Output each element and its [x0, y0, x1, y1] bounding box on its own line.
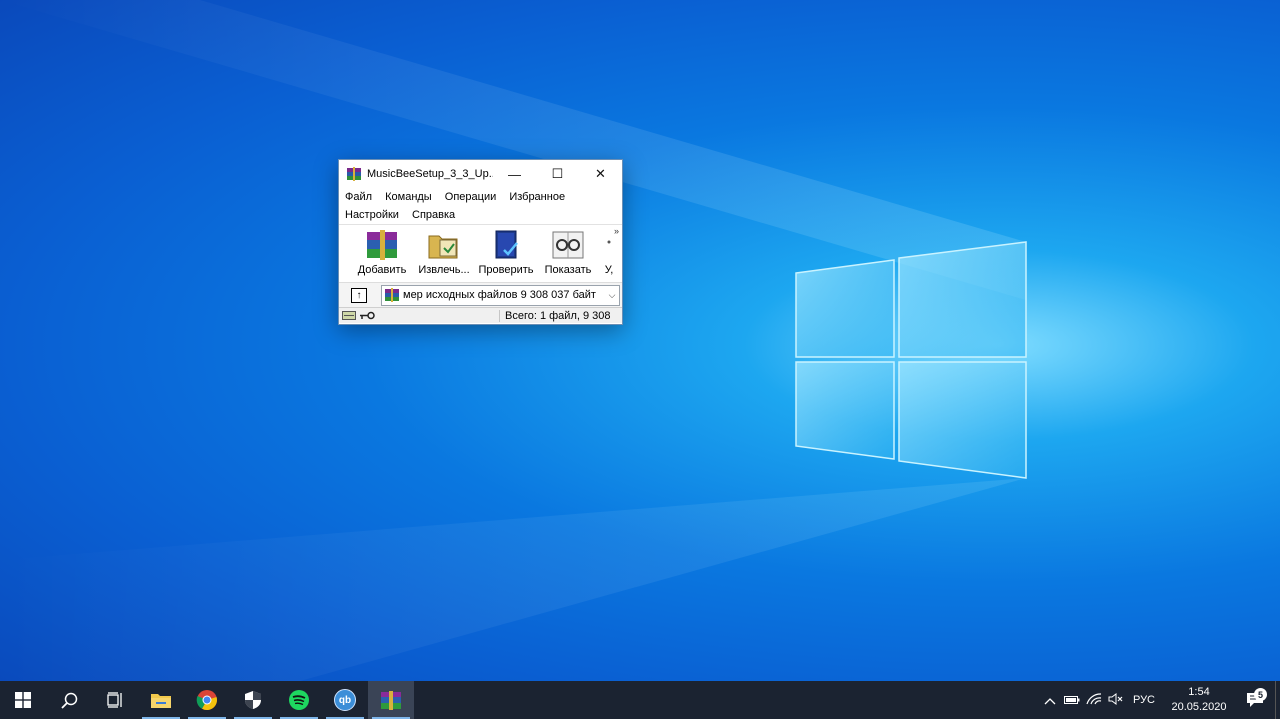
task-view-icon — [107, 692, 122, 708]
spotify-button[interactable] — [276, 681, 322, 719]
chevron-up-icon[interactable] — [1039, 693, 1061, 708]
windows-logo-wallpaper — [0, 0, 1027, 681]
test-button[interactable]: Проверить — [475, 225, 537, 276]
archive-icon — [385, 288, 399, 302]
menu-settings[interactable]: Настройки — [345, 209, 399, 221]
extract-button[interactable]: Извлечь... — [413, 225, 475, 276]
test-book-icon — [495, 230, 518, 259]
status-text: Всего: 1 файл, 9 308 — [499, 309, 622, 322]
view-button[interactable]: Показать — [537, 225, 599, 276]
security-button[interactable] — [230, 681, 276, 719]
view-glasses-icon — [552, 231, 584, 259]
address-text: мер исходных файлов 9 308 037 байт — [403, 289, 596, 301]
spotify-icon — [289, 690, 309, 710]
search-button[interactable] — [46, 681, 92, 719]
show-desktop-button[interactable] — [1275, 681, 1280, 719]
test-label: Проверить — [478, 264, 534, 276]
action-center-button[interactable]: 5 — [1235, 688, 1275, 708]
search-icon — [60, 692, 77, 709]
winrar-icon — [381, 691, 401, 710]
extract-label: Извлечь... — [418, 264, 470, 276]
task-view-button[interactable] — [92, 681, 138, 719]
maximize-button[interactable]: ☐ — [536, 160, 579, 188]
menu-file[interactable]: Файл — [345, 191, 372, 203]
address-bar: ↑ мер исходных файлов 9 308 037 байт ⌵ — [339, 282, 622, 307]
clock-time: 1:54 — [1188, 686, 1210, 698]
menu-operations[interactable]: Операции — [445, 191, 496, 203]
books-archive-icon — [367, 230, 397, 260]
notification-count-badge: 5 — [1254, 688, 1267, 701]
status-bar: Всего: 1 файл, 9 308 — [339, 307, 622, 323]
chevron-down-icon[interactable]: ⌵ — [605, 290, 619, 301]
menu-bar: Файл Команды Операции Избранное Настройк… — [339, 188, 622, 224]
chrome-icon — [196, 690, 217, 711]
battery-icon[interactable] — [1061, 693, 1083, 708]
wifi-icon[interactable] — [1083, 692, 1105, 708]
volume-muted-icon[interactable] — [1105, 692, 1127, 708]
key-icon[interactable] — [359, 311, 375, 320]
shield-icon — [245, 691, 261, 709]
winrar-window: MusicBeeSetup_3_3_Up... — ☐ ✕ Файл Коман… — [338, 159, 623, 325]
taskbar: qb РУС 1:54 20.05.2020 5 — [0, 681, 1280, 719]
chrome-button[interactable] — [184, 681, 230, 719]
add-label: Добавить — [357, 264, 407, 276]
extract-folder-icon — [428, 235, 458, 259]
winrar-icon — [346, 166, 362, 182]
minimize-button[interactable]: — — [493, 160, 536, 188]
file-explorer-button[interactable] — [138, 681, 184, 719]
status-icons — [339, 311, 499, 320]
add-button[interactable]: Добавить — [351, 225, 413, 276]
toolbar: Добавить Извлечь... Проверить Показать У… — [339, 224, 622, 282]
start-button[interactable] — [0, 681, 46, 719]
input-language[interactable]: РУС — [1133, 694, 1155, 706]
toolbar-overflow-icon[interactable]: » — [614, 226, 619, 236]
view-label: Показать — [544, 264, 592, 276]
drive-icon[interactable] — [342, 311, 356, 320]
system-tray: РУС 1:54 20.05.2020 5 — [1039, 681, 1280, 719]
menu-commands[interactable]: Команды — [385, 191, 432, 203]
menu-favorites[interactable]: Избранное — [509, 191, 565, 203]
desktop-wallpaper — [0, 0, 1280, 681]
qbittorrent-icon: qb — [334, 689, 356, 711]
qbittorrent-button[interactable]: qb — [322, 681, 368, 719]
close-button[interactable]: ✕ — [579, 160, 622, 188]
winrar-button[interactable] — [368, 681, 414, 719]
title-bar[interactable]: MusicBeeSetup_3_3_Up... — ☐ ✕ — [339, 160, 622, 188]
clock[interactable]: 1:54 20.05.2020 — [1163, 685, 1235, 715]
folder-icon — [151, 694, 171, 708]
clock-date: 20.05.2020 — [1171, 701, 1227, 713]
delete-label: У, — [604, 264, 614, 276]
window-title: MusicBeeSetup_3_3_Up... — [367, 168, 493, 180]
up-folder-button[interactable]: ↑ — [351, 287, 367, 303]
windows-logo-icon — [15, 692, 31, 708]
menu-help[interactable]: Справка — [412, 209, 455, 221]
address-field[interactable]: мер исходных файлов 9 308 037 байт ⌵ — [381, 284, 620, 306]
